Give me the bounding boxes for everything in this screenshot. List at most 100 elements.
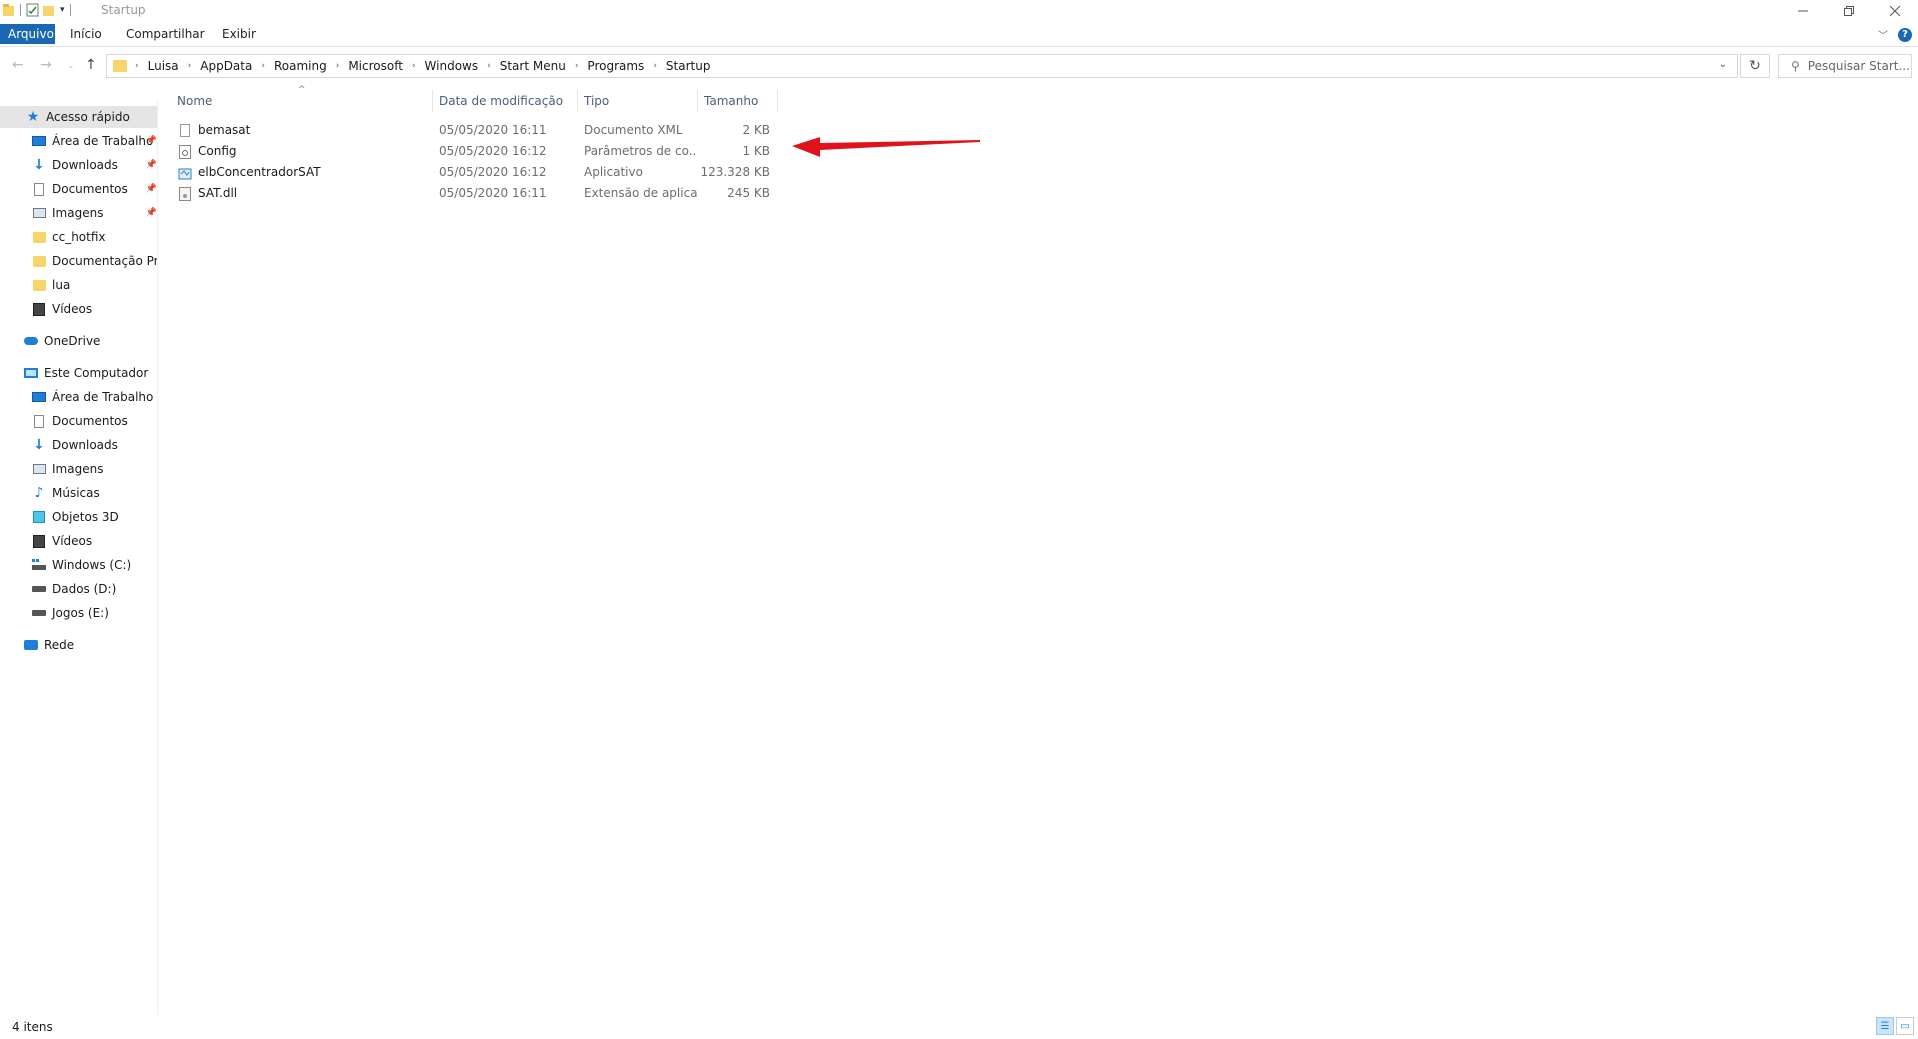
tab-compartilhar[interactable]: Compartilhar bbox=[118, 25, 213, 43]
refresh-icon: ↻ bbox=[1749, 58, 1761, 74]
3d-objects-icon bbox=[32, 510, 46, 524]
file-type: Documento XML bbox=[584, 123, 683, 137]
pin-icon[interactable]: 📌 bbox=[146, 208, 157, 218]
column-header-tamanho[interactable]: Tamanho bbox=[697, 90, 777, 112]
up-arrow-icon[interactable]: ↑ bbox=[85, 57, 97, 73]
address-bar[interactable]: › Luisa › AppData › Roaming › Microsoft … bbox=[106, 54, 1738, 78]
network-icon bbox=[24, 638, 38, 652]
sidebar-item-lua[interactable]: lua bbox=[32, 274, 157, 296]
search-input[interactable]: ⚲ Pesquisar Start... bbox=[1778, 54, 1912, 78]
sidebar-item-videos[interactable]: Vídeos bbox=[32, 298, 157, 320]
minimize-button[interactable] bbox=[1780, 0, 1826, 22]
breadcrumb-microsoft[interactable]: Microsoft bbox=[348, 59, 403, 73]
file-name: SAT.dll bbox=[198, 186, 238, 200]
breadcrumb-roaming[interactable]: Roaming bbox=[274, 59, 327, 73]
sidebar-item-imagens[interactable]: Imagens 📌 bbox=[32, 202, 157, 224]
chevron-right-icon[interactable]: › bbox=[653, 61, 657, 71]
column-divider[interactable] bbox=[777, 90, 778, 112]
folder-icon bbox=[32, 230, 46, 244]
sidebar-item-pc-documentos[interactable]: Documentos bbox=[32, 410, 157, 432]
expand-ribbon-icon[interactable]: ﹀ bbox=[1878, 27, 1888, 42]
file-name: elbConcentradorSAT bbox=[198, 165, 321, 179]
chevron-right-icon[interactable]: › bbox=[261, 61, 265, 71]
chevron-right-icon[interactable]: › bbox=[188, 61, 192, 71]
sidebar-item-label: Objetos 3D bbox=[52, 510, 119, 524]
chevron-right-icon[interactable]: › bbox=[487, 61, 491, 71]
refresh-button[interactable]: ↻ bbox=[1740, 54, 1770, 78]
details-view-icon[interactable]: ☰ bbox=[1876, 1017, 1894, 1035]
chevron-right-icon[interactable]: › bbox=[412, 61, 416, 71]
sidebar-item-label: Documentos bbox=[52, 182, 128, 196]
tab-arquivo[interactable]: Arquivo bbox=[0, 24, 55, 44]
sidebar-item-documentacao[interactable]: Documentação Pres bbox=[32, 250, 157, 272]
pin-icon[interactable]: 📌 bbox=[146, 160, 157, 170]
download-icon: ↓ bbox=[33, 157, 45, 173]
new-folder-icon[interactable] bbox=[42, 3, 55, 17]
close-button[interactable] bbox=[1872, 0, 1918, 22]
breadcrumb-appdata[interactable]: AppData bbox=[200, 59, 252, 73]
column-header-data[interactable]: Data de modificação bbox=[432, 90, 577, 112]
sidebar-item-cc-hotfix[interactable]: cc_hotfix bbox=[32, 226, 157, 248]
forward-arrow-icon[interactable]: → bbox=[40, 57, 52, 73]
sidebar-item-pc-area-de-trabalho[interactable]: Área de Trabalho bbox=[32, 386, 157, 408]
chevron-right-icon[interactable]: › bbox=[135, 61, 139, 71]
column-header-tipo[interactable]: Tipo bbox=[577, 90, 697, 112]
chevron-down-icon[interactable]: ⌄ bbox=[1719, 59, 1727, 70]
sidebar-item-downloads[interactable]: ↓ Downloads 📌 bbox=[32, 154, 157, 176]
restore-button[interactable] bbox=[1826, 0, 1872, 22]
file-size: 2 KB bbox=[742, 123, 770, 137]
sidebar-item-onedrive[interactable]: OneDrive bbox=[24, 330, 157, 352]
sidebar-item-label: Documentos bbox=[52, 414, 128, 428]
recent-locations-icon[interactable]: ⌄ bbox=[67, 61, 75, 71]
sidebar-item-windows-c[interactable]: Windows (C:) bbox=[32, 554, 157, 576]
sidebar-item-pc-imagens[interactable]: Imagens bbox=[32, 458, 157, 480]
breadcrumb-windows[interactable]: Windows bbox=[425, 59, 479, 73]
large-icons-view-icon[interactable]: ▭ bbox=[1896, 1017, 1914, 1035]
customize-toolbar-icon[interactable]: ▾ bbox=[60, 5, 65, 15]
window-controls bbox=[1780, 0, 1918, 22]
sidebar-item-label: Este Computador bbox=[44, 366, 149, 380]
help-icon[interactable]: ? bbox=[1898, 27, 1912, 42]
sidebar-item-label: Dados (D:) bbox=[52, 582, 117, 596]
properties-icon[interactable] bbox=[26, 3, 39, 17]
videos-icon bbox=[32, 534, 46, 548]
dll-file-icon bbox=[178, 186, 192, 201]
sidebar-item-pc-downloads[interactable]: ↓ Downloads bbox=[32, 434, 157, 456]
computer-icon bbox=[24, 366, 38, 380]
breadcrumb-programs[interactable]: Programs bbox=[587, 59, 644, 73]
sidebar-item-label: Músicas bbox=[52, 486, 100, 500]
sidebar-item-rede[interactable]: Rede bbox=[24, 634, 157, 656]
back-arrow-icon[interactable]: ← bbox=[12, 57, 24, 73]
tab-exibir[interactable]: Exibir bbox=[214, 25, 264, 43]
sidebar-item-pc-objetos-3d[interactable]: Objetos 3D bbox=[32, 506, 157, 528]
file-name: Config bbox=[198, 144, 237, 158]
sidebar-item-documentos[interactable]: Documentos 📌 bbox=[32, 178, 157, 200]
breadcrumb-luisa[interactable]: Luisa bbox=[148, 59, 179, 73]
navigation-bar: ← → ⌄ ↑ › Luisa › AppData › Roaming › Mi… bbox=[0, 47, 1918, 87]
sidebar-item-label: Imagens bbox=[52, 462, 104, 476]
sidebar-item-acesso-rapido[interactable]: ★ Acesso rápido bbox=[0, 106, 157, 128]
xml-file-icon bbox=[178, 124, 192, 138]
sidebar-item-label: Documentação Pres bbox=[52, 254, 158, 268]
sidebar-item-area-de-trabalho[interactable]: Área de Trabalho 📌 bbox=[32, 130, 157, 152]
sidebar-item-jogos-e[interactable]: Jogos (E:) bbox=[32, 602, 157, 624]
sidebar-item-pc-videos[interactable]: Vídeos bbox=[32, 530, 157, 552]
separator bbox=[69, 4, 71, 16]
tab-inicio[interactable]: Início bbox=[62, 25, 110, 43]
sidebar-item-este-computador[interactable]: Este Computador bbox=[24, 362, 157, 384]
sidebar-item-dados-d[interactable]: Dados (D:) bbox=[32, 578, 157, 600]
sidebar-item-label: Downloads bbox=[52, 158, 118, 172]
breadcrumb-start-menu[interactable]: Start Menu bbox=[500, 59, 566, 73]
chevron-right-icon[interactable]: › bbox=[575, 61, 579, 71]
title-bar: ▾ Startup bbox=[0, 0, 1918, 22]
sidebar-item-pc-musicas[interactable]: ♪ Músicas bbox=[32, 482, 157, 504]
pin-icon[interactable]: 📌 bbox=[146, 184, 157, 194]
chevron-right-icon[interactable]: › bbox=[336, 61, 340, 71]
windows-drive-icon bbox=[32, 558, 46, 572]
column-header-nome[interactable]: Nome bbox=[170, 90, 432, 112]
file-type: Aplicativo bbox=[584, 165, 643, 179]
folder-icon bbox=[32, 278, 46, 292]
documents-icon bbox=[32, 182, 46, 196]
breadcrumb-startup[interactable]: Startup bbox=[666, 59, 711, 73]
pin-icon[interactable]: 📌 bbox=[146, 136, 157, 146]
